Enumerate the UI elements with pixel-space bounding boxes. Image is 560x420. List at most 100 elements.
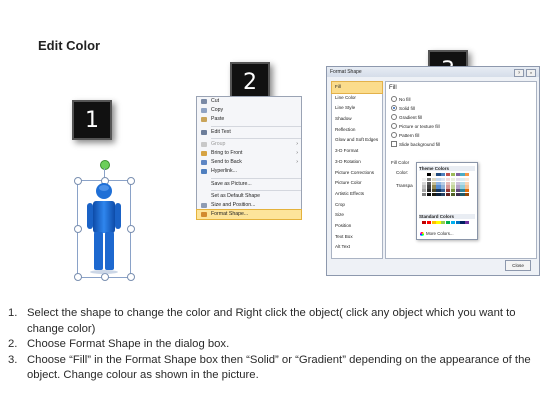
send-back-icon — [201, 160, 207, 166]
nav-item-text-box[interactable]: Text Box — [332, 232, 382, 243]
nav-item-line-style[interactable]: Line Style — [332, 103, 382, 114]
menu-separator — [211, 177, 301, 179]
dialog-nav: Fill Line Color Line Style Shadow Reflec… — [331, 81, 383, 259]
color-swatch[interactable] — [422, 192, 427, 196]
color-label: Color: — [396, 170, 409, 175]
radio-gradient-fill[interactable]: Gradient fill — [391, 114, 422, 120]
edit-text-icon — [201, 129, 207, 135]
menu-item-paste[interactable]: Paste — [197, 115, 301, 124]
radio-icon — [391, 96, 397, 102]
color-swatch[interactable] — [441, 173, 446, 177]
nav-item-shadow[interactable]: Shadow — [332, 114, 382, 125]
color-swatch[interactable] — [422, 221, 427, 225]
color-swatch[interactable] — [460, 192, 465, 196]
nav-item-artistic-effects[interactable]: Artistic Effects — [332, 189, 382, 200]
color-swatch[interactable] — [455, 192, 460, 196]
color-swatch[interactable] — [436, 192, 441, 196]
nav-item-alt-text[interactable]: Alt Text — [332, 242, 382, 253]
menu-item-save-as-picture[interactable]: Save as Picture... — [197, 180, 301, 189]
paste-icon — [201, 117, 207, 123]
nav-item-picture-color[interactable]: Picture Color — [332, 178, 382, 189]
color-swatch[interactable] — [450, 221, 456, 225]
radio-icon — [391, 123, 397, 129]
menu-item-format-shape[interactable]: Format Shape... — [196, 209, 302, 221]
color-swatch[interactable] — [450, 192, 456, 196]
radio-pattern-fill[interactable]: Pattern fill — [391, 132, 419, 138]
close-icon[interactable]: × — [526, 69, 536, 77]
color-swatch[interactable] — [436, 173, 441, 177]
copy-icon — [201, 108, 207, 114]
menu-item-size-position[interactable]: Size and Position... — [197, 201, 301, 210]
nav-item-glow[interactable]: Glow and Soft Edges — [332, 135, 382, 146]
color-swatch[interactable] — [426, 192, 432, 196]
more-colors-button[interactable]: More Colors... — [420, 231, 454, 236]
color-swatch[interactable] — [445, 192, 451, 196]
menu-item-cut[interactable]: Cut — [197, 97, 301, 106]
chevron-right-icon: › — [296, 159, 298, 166]
cut-icon — [201, 99, 207, 104]
nav-item-reflection[interactable]: Reflection — [332, 125, 382, 136]
size-icon — [201, 202, 207, 208]
color-swatch[interactable] — [445, 173, 451, 177]
menu-item-hyperlink[interactable]: Hyperlink... — [197, 167, 301, 176]
menu-separator — [211, 189, 301, 191]
color-swatch[interactable] — [460, 221, 465, 225]
color-swatch[interactable] — [436, 221, 441, 225]
menu-separator — [211, 125, 301, 127]
instructions-list: 1. Select the shape to change the color a… — [8, 306, 552, 384]
instruction-item: 2. Choose Format Shape in the dialog box. — [8, 338, 230, 350]
nav-item-size[interactable]: Size — [332, 210, 382, 221]
dialog-title: Format Shape — [327, 67, 539, 77]
color-swatch[interactable] — [431, 173, 436, 177]
color-swatch[interactable] — [460, 173, 465, 177]
person-shape[interactable] — [74, 160, 135, 281]
help-icon[interactable]: ? — [514, 69, 524, 77]
menu-separator — [211, 137, 301, 139]
instruction-item: 1. Select the shape to change the color a… — [8, 307, 516, 335]
color-swatch[interactable] — [426, 173, 432, 177]
transparency-label: Transpa — [396, 183, 413, 188]
nav-item-crop[interactable]: Crop — [332, 200, 382, 211]
color-wheel-icon — [420, 231, 424, 236]
nav-item-line-color[interactable]: Line Color — [332, 93, 382, 104]
menu-item-send-to-back[interactable]: Send to Back › — [197, 158, 301, 167]
dialog-window-controls: ? × — [514, 69, 536, 77]
color-swatch[interactable] — [422, 173, 427, 177]
menu-item-group: Group › — [197, 140, 301, 149]
radio-solid-fill[interactable]: Solid fill — [391, 105, 415, 111]
color-swatch[interactable] — [465, 192, 470, 196]
color-swatch[interactable] — [445, 221, 451, 225]
nav-item-picture-corrections[interactable]: Picture Corrections — [332, 168, 382, 179]
fill-color-label: Fill Color — [391, 160, 410, 165]
menu-item-edit-text[interactable]: Edit Text — [197, 128, 301, 137]
color-swatch[interactable] — [426, 221, 432, 225]
radio-picture-fill[interactable]: Picture or texture fill — [391, 123, 440, 129]
color-swatch[interactable] — [455, 173, 460, 177]
nav-item-3d-format[interactable]: 3-D Format — [332, 146, 382, 157]
nav-item-3d-rotation[interactable]: 3-D Rotation — [332, 157, 382, 168]
color-swatch[interactable] — [441, 221, 446, 225]
group-icon — [201, 141, 207, 147]
color-swatch[interactable] — [450, 173, 456, 177]
radio-no-fill[interactable]: No fill — [391, 96, 411, 102]
menu-item-copy[interactable]: Copy — [197, 106, 301, 115]
instruction-item: 3. Choose “Fill” in the Format Shape box … — [8, 353, 531, 382]
color-swatch[interactable] — [465, 221, 470, 225]
menu-item-set-default-shape[interactable]: Set as Default Shape — [197, 192, 301, 201]
chevron-right-icon: › — [296, 140, 298, 147]
format-shape-icon — [201, 212, 207, 218]
page-title: Edit Color — [38, 38, 101, 53]
color-swatch[interactable] — [465, 173, 470, 177]
color-swatch[interactable] — [431, 192, 436, 196]
bring-front-icon — [201, 150, 207, 156]
checkbox-slide-background[interactable]: Slide background fill — [391, 141, 440, 147]
radio-icon — [391, 132, 397, 138]
nav-item-fill[interactable]: Fill — [331, 81, 383, 94]
color-swatch[interactable] — [441, 192, 446, 196]
theme-colors-heading: Theme Colors — [419, 166, 475, 171]
menu-item-bring-to-front[interactable]: Bring to Front › — [197, 149, 301, 158]
color-swatch[interactable] — [455, 221, 460, 225]
close-button[interactable]: Close — [505, 260, 531, 271]
color-swatch[interactable] — [431, 221, 436, 225]
nav-item-position[interactable]: Position — [332, 221, 382, 232]
